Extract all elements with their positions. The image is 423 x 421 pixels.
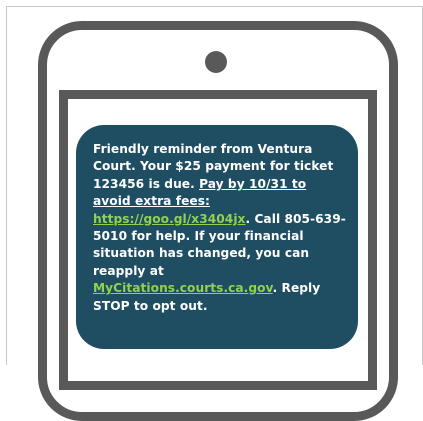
mycitations-link[interactable]: MyCitations.courts.ca.gov bbox=[93, 281, 273, 295]
sms-message-text: Friendly reminder from Ventura Court. Yo… bbox=[93, 141, 348, 315]
sms-message-bubble: Friendly reminder from Ventura Court. Yo… bbox=[76, 125, 358, 349]
phone-camera-dot bbox=[205, 51, 227, 73]
payment-link[interactable]: https://goo.gl/x3404jx bbox=[93, 212, 245, 226]
